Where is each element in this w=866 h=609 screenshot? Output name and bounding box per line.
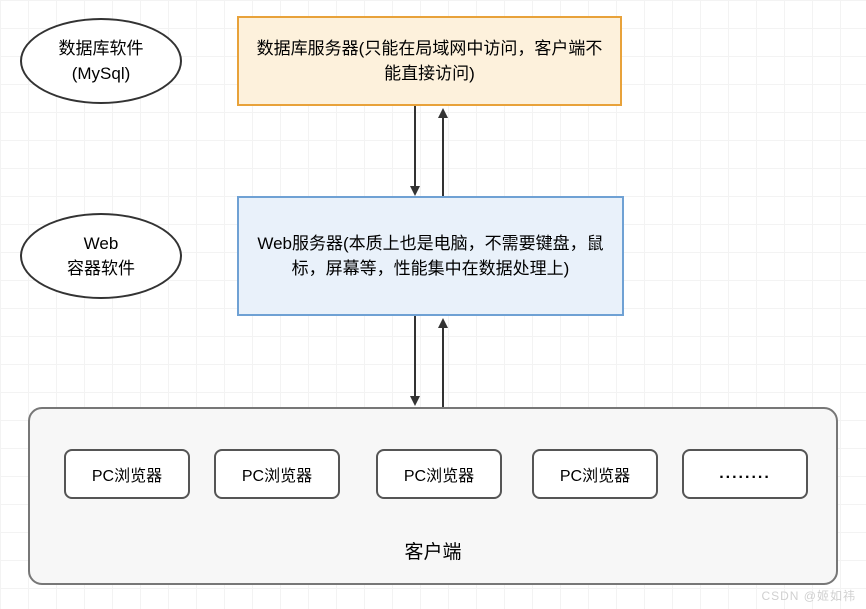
web-container-ellipse: Web 容器软件	[20, 213, 182, 299]
browser-item: PC浏览器	[214, 449, 340, 499]
arrow-web-client-left	[414, 316, 416, 398]
arrow-db-web-left-head	[410, 186, 420, 196]
browser-item: PC浏览器	[376, 449, 502, 499]
arrow-web-db-right	[442, 116, 444, 198]
browser-item: PC浏览器	[64, 449, 190, 499]
browser-item: PC浏览器	[532, 449, 658, 499]
client-container: PC浏览器 PC浏览器 PC浏览器 PC浏览器 ........ 客户端	[28, 407, 838, 585]
browser-more: ........	[682, 449, 808, 499]
arrow-client-web-right	[442, 326, 444, 408]
arrow-web-db-right-head	[438, 108, 448, 118]
client-title: 客户端	[30, 537, 836, 564]
arrow-client-web-right-head	[438, 318, 448, 328]
arrow-web-client-left-head	[410, 396, 420, 406]
db-software-ellipse: 数据库软件 (MySql)	[20, 18, 182, 104]
db-server-box: 数据库服务器(只能在局域网中访问，客户端不能直接访问)	[237, 16, 622, 106]
ellipsis-text: ........	[719, 465, 771, 483]
watermark: CSDN @姬如祎	[761, 587, 856, 604]
arrow-db-web-left	[414, 106, 416, 188]
web-server-box: Web服务器(本质上也是电脑，不需要键盘，鼠标，屏幕等，性能集中在数据处理上)	[237, 196, 624, 316]
